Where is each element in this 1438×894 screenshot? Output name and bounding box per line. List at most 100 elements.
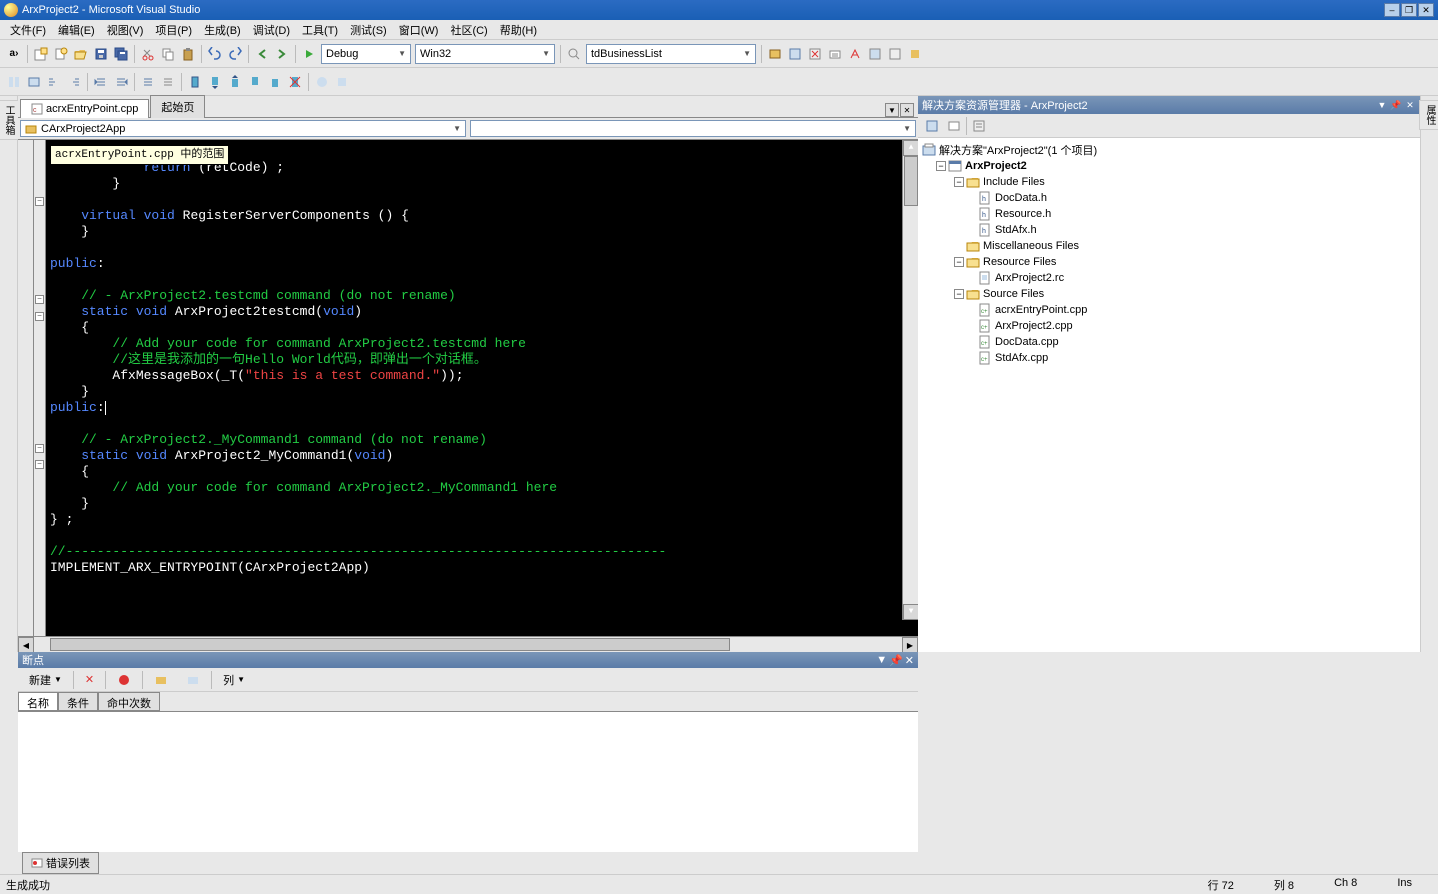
scroll-up-icon[interactable]: ▲	[903, 140, 918, 156]
paste-icon[interactable]	[179, 45, 197, 63]
bp-tab-condition[interactable]: 条件	[58, 692, 98, 711]
fold-btn[interactable]: −	[35, 295, 44, 304]
menu-view[interactable]: 视图(V)	[101, 20, 150, 40]
bookmark-next2-icon[interactable]	[266, 73, 284, 91]
tb-ao-icon[interactable]: a›	[5, 45, 23, 63]
expand-icon[interactable]: −	[954, 257, 964, 267]
tb-x8-icon[interactable]	[906, 45, 924, 63]
fold-btn[interactable]: −	[35, 312, 44, 321]
tb2-x2-icon[interactable]	[333, 73, 351, 91]
bp-x2-icon[interactable]	[110, 670, 138, 690]
menu-build[interactable]: 生成(B)	[198, 20, 247, 40]
file-rc[interactable]: ArxProject2.rc	[922, 270, 1416, 286]
bp-delete-icon[interactable]: ✕	[78, 670, 101, 689]
menu-test[interactable]: 测试(S)	[344, 20, 393, 40]
bp-x4-icon[interactable]	[179, 670, 207, 690]
expand-icon[interactable]: −	[954, 177, 964, 187]
fold-gutter[interactable]: − − − − −	[34, 140, 46, 636]
copy-icon[interactable]	[159, 45, 177, 63]
cut-icon[interactable]	[139, 45, 157, 63]
bookmark-prev2-icon[interactable]	[246, 73, 264, 91]
file-resource-h[interactable]: hResource.h	[922, 206, 1416, 222]
start-debug-icon[interactable]	[300, 45, 318, 63]
scroll-left-icon[interactable]: ◀	[18, 637, 34, 653]
tb-x6-icon[interactable]	[866, 45, 884, 63]
code-area[interactable]: − − − − − acrxEntryPoint.cpp 中的范围 return…	[18, 140, 918, 636]
tab-dropdown-icon[interactable]: ▼	[885, 103, 899, 117]
solution-node[interactable]: 解决方案"ArxProject2"(1 个项目)	[922, 142, 1416, 158]
scroll-thumb[interactable]	[904, 156, 918, 206]
platform-dropdown[interactable]: Win32▼	[415, 44, 555, 64]
find-combo[interactable]: tdBusinessList▼	[586, 44, 756, 64]
breakpoints-body[interactable]	[18, 712, 918, 852]
fold-btn[interactable]: −	[35, 444, 44, 453]
tb-x2-icon[interactable]	[786, 45, 804, 63]
new-item-icon[interactable]	[52, 45, 70, 63]
open-icon[interactable]	[72, 45, 90, 63]
panel-dropdown-icon[interactable]: ▼	[1376, 99, 1388, 111]
nav-fwd-icon[interactable]	[273, 45, 291, 63]
bp-new-button[interactable]: 新建 ▼	[22, 669, 69, 691]
file-docdata-cpp[interactable]: c+DocData.cpp	[922, 334, 1416, 350]
file-acrxentrypoint[interactable]: c+acrxEntryPoint.cpp	[922, 302, 1416, 318]
code-content[interactable]: return (retCode) ; } virtual void Regist…	[50, 144, 902, 576]
project-node[interactable]: − ArxProject2	[922, 158, 1416, 174]
se-properties-icon[interactable]	[969, 116, 989, 136]
menu-tools[interactable]: 工具(T)	[296, 20, 344, 40]
file-docdata-h[interactable]: hDocData.h	[922, 190, 1416, 206]
tab-startpage[interactable]: 起始页	[150, 95, 205, 118]
restore-button[interactable]: ❐	[1401, 3, 1417, 17]
file-stdafx-h[interactable]: hStdAfx.h	[922, 222, 1416, 238]
se-refresh-icon[interactable]	[922, 116, 942, 136]
file-arxproject2[interactable]: c+ArxProject2.cpp	[922, 318, 1416, 334]
file-stdafx-cpp[interactable]: c+StdAfx.cpp	[922, 350, 1416, 366]
breakpoint-gutter[interactable]	[18, 140, 34, 636]
bp-x3-icon[interactable]	[147, 670, 175, 690]
tb2-2-icon[interactable]	[25, 73, 43, 91]
tb-x4-icon[interactable]	[826, 45, 844, 63]
tb2-3-icon[interactable]	[45, 73, 63, 91]
scroll-down-icon[interactable]: ▼	[903, 604, 918, 620]
panel-pin-icon[interactable]: 📌	[889, 654, 903, 667]
indent-dec-icon[interactable]	[92, 73, 110, 91]
undo-icon[interactable]	[206, 45, 224, 63]
error-list-tab[interactable]: 错误列表	[22, 852, 99, 874]
folder-include[interactable]: − Include Files	[922, 174, 1416, 190]
menu-debug[interactable]: 调试(D)	[247, 20, 296, 40]
panel-close-icon[interactable]: ✕	[905, 654, 914, 667]
menu-window[interactable]: 窗口(W)	[393, 20, 445, 40]
toolbox-tab[interactable]: 工具箱	[0, 100, 19, 140]
menu-edit[interactable]: 编辑(E)	[52, 20, 101, 40]
save-all-icon[interactable]	[112, 45, 130, 63]
bookmark-next-icon[interactable]	[226, 73, 244, 91]
tb-x7-icon[interactable]	[886, 45, 904, 63]
close-button[interactable]: ✕	[1418, 3, 1434, 17]
folder-source[interactable]: − Source Files	[922, 286, 1416, 302]
class-selector[interactable]: CArxProject2App ▼	[20, 120, 466, 137]
solution-tree[interactable]: 解决方案"ArxProject2"(1 个项目) − ArxProject2 −…	[918, 138, 1420, 652]
menu-project[interactable]: 项目(P)	[149, 20, 198, 40]
bp-tab-name[interactable]: 名称	[18, 692, 58, 711]
config-dropdown[interactable]: Debug▼	[321, 44, 411, 64]
save-icon[interactable]	[92, 45, 110, 63]
tb2-4-icon[interactable]	[65, 73, 83, 91]
expand-icon[interactable]: −	[936, 161, 946, 171]
uncomment-icon[interactable]	[159, 73, 177, 91]
bookmark-clear-icon[interactable]	[286, 73, 304, 91]
menu-community[interactable]: 社区(C)	[444, 20, 493, 40]
panel-pin-icon[interactable]: 📌	[1390, 99, 1402, 111]
tb-x5-icon[interactable]	[846, 45, 864, 63]
properties-tab[interactable]: 属性	[1419, 100, 1438, 130]
panel-dropdown-icon[interactable]: ▼	[876, 654, 887, 667]
tb2-1-icon[interactable]	[5, 73, 23, 91]
tab-close-icon[interactable]: ✕	[900, 103, 914, 117]
bp-columns-button[interactable]: 列 ▼	[216, 669, 252, 691]
comment-icon[interactable]	[139, 73, 157, 91]
fold-btn[interactable]: −	[35, 460, 44, 469]
panel-close-icon[interactable]: ✕	[1404, 99, 1416, 111]
tab-acrxentrypoint[interactable]: c acrxEntryPoint.cpp	[20, 99, 149, 118]
folder-resource[interactable]: − Resource Files	[922, 254, 1416, 270]
nav-back-icon[interactable]	[253, 45, 271, 63]
folder-misc[interactable]: Miscellaneous Files	[922, 238, 1416, 254]
expand-icon[interactable]: −	[954, 289, 964, 299]
